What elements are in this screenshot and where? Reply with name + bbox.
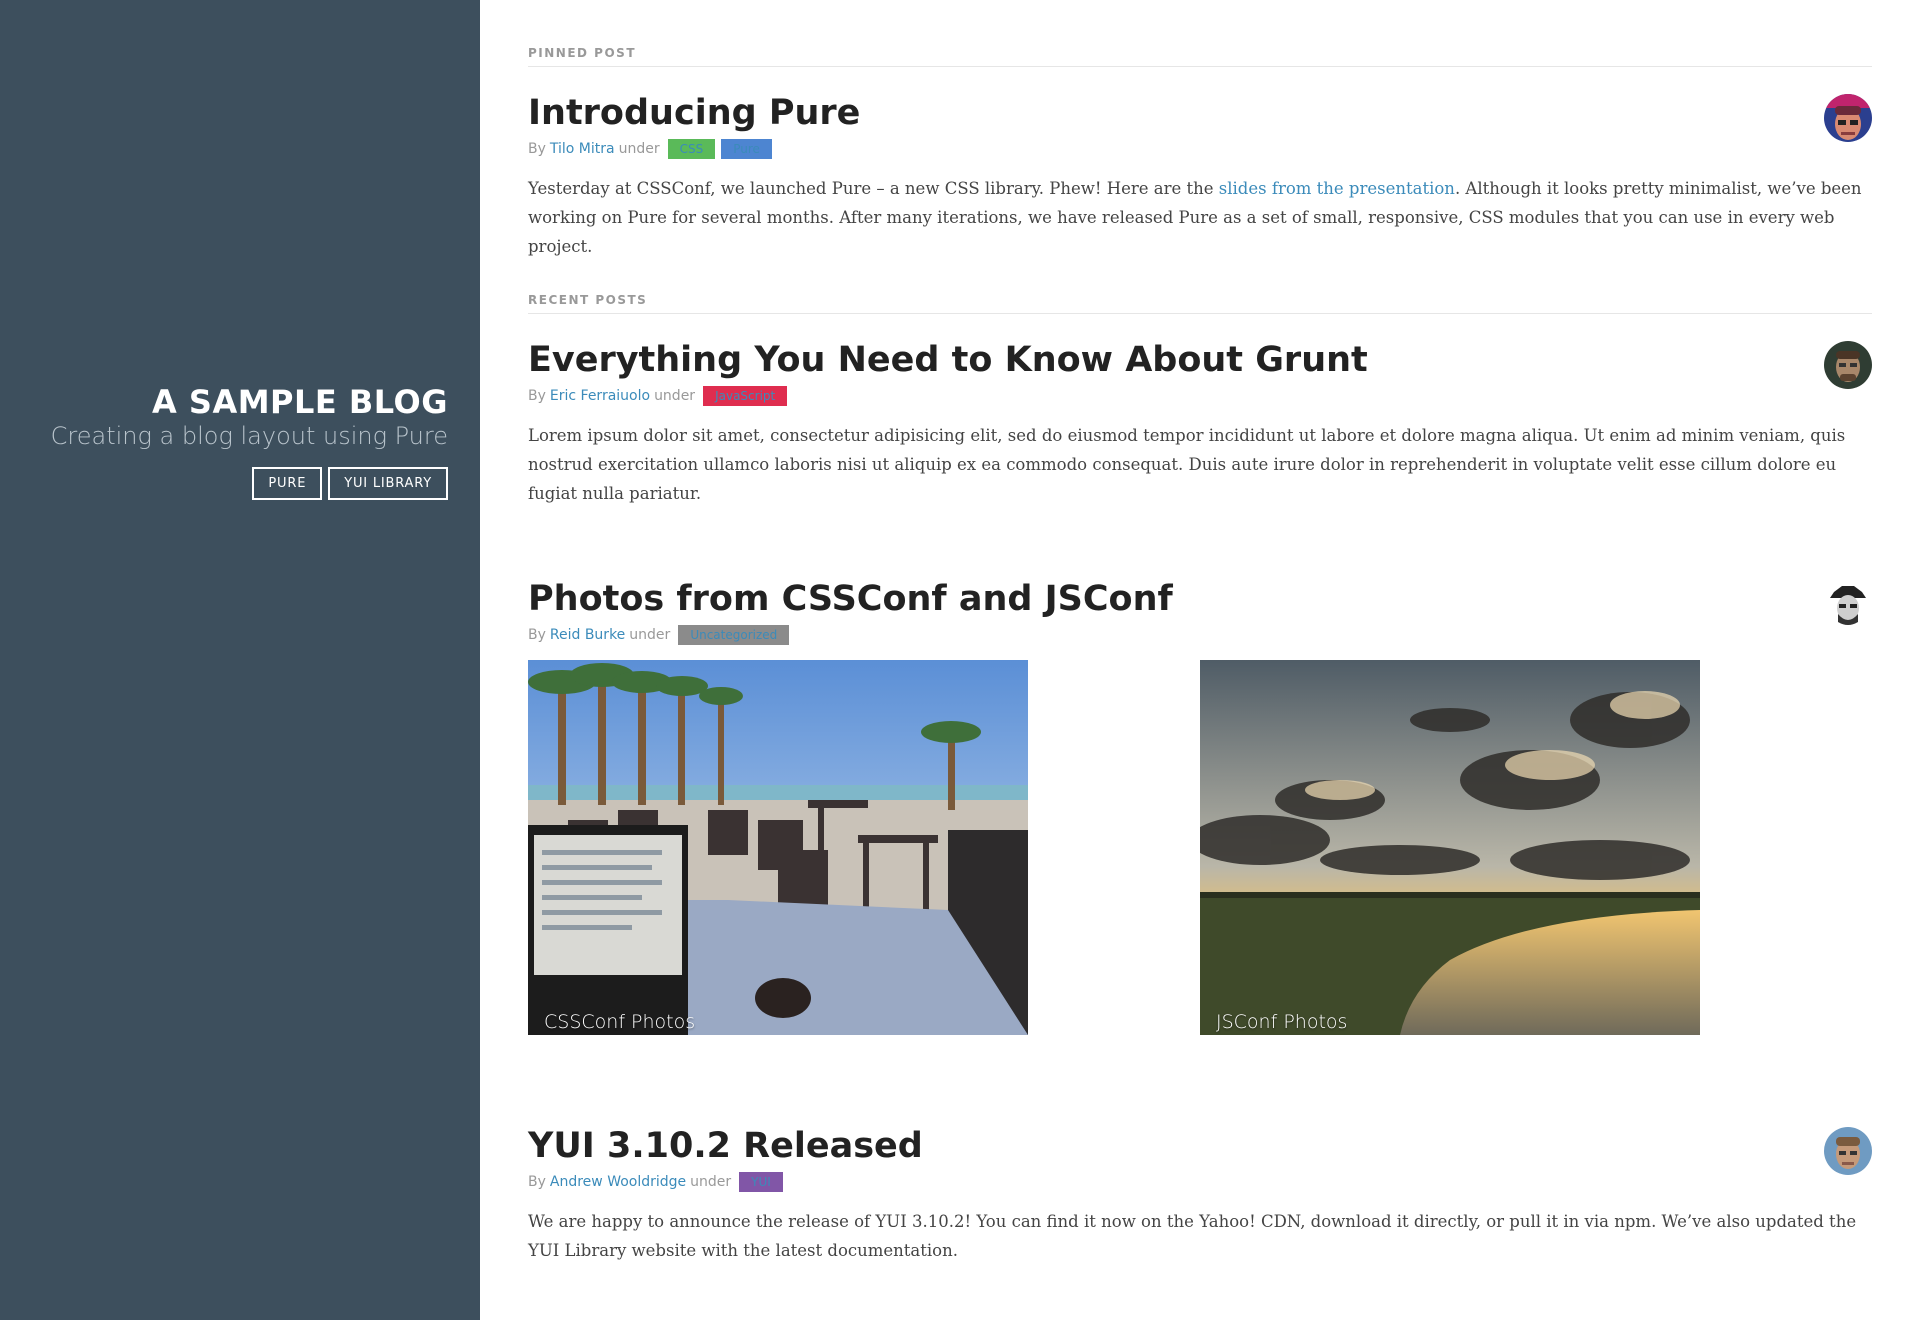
post-meta-under: under: [654, 388, 696, 404]
section-title-recent: RECENT POSTS: [528, 293, 1872, 314]
avatar: [1824, 580, 1872, 628]
avatar: [1824, 1127, 1872, 1175]
tag-pure[interactable]: Pure: [721, 139, 772, 159]
sidebar-nav: PURE YUI LIBRARY: [51, 467, 448, 500]
tag-uncategorized[interactable]: Uncategorized: [678, 625, 790, 645]
post-yui-release: YUI 3.10.2 Released By Andrew Wooldridge…: [528, 1125, 1872, 1265]
post-meta-under: under: [618, 141, 660, 157]
post-meta: By Reid Burke under Uncategorized: [528, 624, 1872, 646]
brand-title: A SAMPLE BLOG: [151, 383, 448, 421]
avatar: [1824, 341, 1872, 389]
avatar: [1824, 94, 1872, 142]
post-body-text: Yesterday at CSSConf, we launched Pure –…: [528, 179, 1219, 198]
post-meta-under: under: [690, 1174, 732, 1190]
post-photos: Photos from CSSConf and JSConf By Reid B…: [528, 578, 1872, 1035]
sidebar-header: A SAMPLE BLOG Creating a blog layout usi…: [51, 383, 448, 500]
post-meta: By Eric Ferraiuolo under JavaScript: [528, 385, 1872, 407]
brand-tagline: Creating a blog layout using Pure: [50, 422, 448, 450]
post-meta-under: under: [629, 627, 671, 643]
tag-css[interactable]: CSS: [667, 139, 716, 159]
post-body: We are happy to announce the release of …: [528, 1212, 1857, 1260]
post-title[interactable]: Everything You Need to Know About Grunt: [528, 339, 1872, 381]
jsconf-photo-image: [1200, 660, 1700, 1035]
post-meta: By Andrew Wooldridge under YUI: [528, 1171, 1872, 1193]
tag-javascript[interactable]: JavaScript: [703, 386, 788, 406]
sidebar: A SAMPLE BLOG Creating a blog layout usi…: [0, 0, 480, 1320]
post-author-link[interactable]: Tilo Mitra: [550, 141, 615, 157]
photo-caption: JSConf Photos: [1216, 1011, 1348, 1033]
post-title[interactable]: Photos from CSSConf and JSConf: [528, 578, 1872, 620]
cssconf-photo-image: [528, 660, 1028, 1035]
post-body: Lorem ipsum dolor sit amet, consectetur …: [528, 426, 1846, 503]
post-body: Yesterday at CSSConf, we launched Pure –…: [528, 174, 1872, 261]
post-grunt: Everything You Need to Know About Grunt …: [528, 339, 1872, 508]
post-introducing-pure: Introducing Pure By Tilo Mitra under CSS…: [528, 92, 1872, 261]
post-meta-by: By: [528, 388, 546, 404]
nav-button-pure[interactable]: PURE: [252, 467, 323, 500]
tilo-mitra-avatar-icon: [1824, 94, 1872, 142]
post-title[interactable]: Introducing Pure: [528, 92, 1872, 134]
tag-yui[interactable]: YUI: [739, 1172, 783, 1192]
nav-button-yui-library[interactable]: YUI LIBRARY: [328, 467, 448, 500]
reid-burke-avatar-icon: [1824, 580, 1872, 628]
slides-link[interactable]: slides from the presentation: [1219, 179, 1455, 198]
post-meta-by: By: [528, 141, 546, 157]
photo-jsconf[interactable]: JSConf Photos: [1200, 660, 1700, 1035]
post-title[interactable]: YUI 3.10.2 Released: [528, 1125, 1872, 1167]
post-author-link[interactable]: Andrew Wooldridge: [550, 1174, 686, 1190]
post-meta-by: By: [528, 1174, 546, 1190]
section-title-pinned: PINNED POST: [528, 46, 1872, 67]
eric-ferraiuolo-avatar-icon: [1824, 341, 1872, 389]
photo-cssconf[interactable]: CSSConf Photos: [528, 660, 1028, 1035]
andrew-wooldridge-avatar-icon: [1824, 1127, 1872, 1175]
post-meta: By Tilo Mitra under CSS Pure: [528, 138, 1872, 160]
photo-caption: CSSConf Photos: [544, 1011, 696, 1033]
post-meta-by: By: [528, 627, 546, 643]
post-author-link[interactable]: Reid Burke: [550, 627, 625, 643]
post-author-link[interactable]: Eric Ferraiuolo: [550, 388, 650, 404]
